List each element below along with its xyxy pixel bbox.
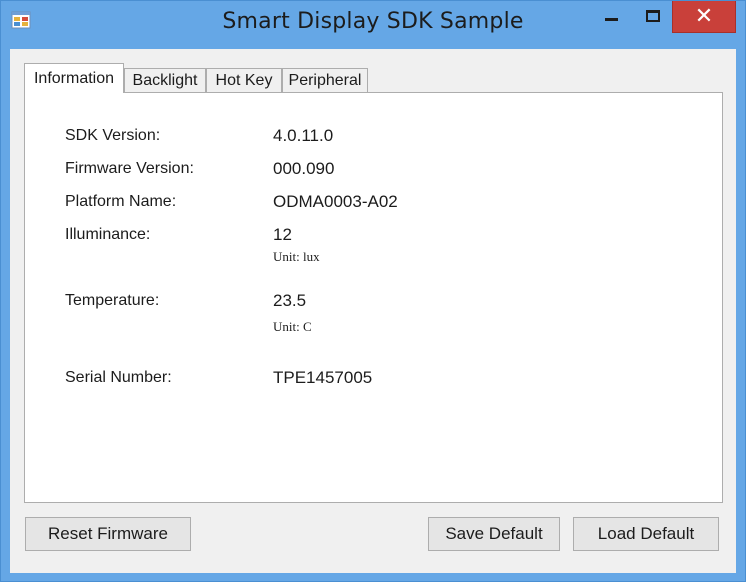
illuminance-value: 12 bbox=[273, 225, 292, 244]
save-default-button[interactable]: Save Default bbox=[428, 517, 560, 551]
platform-name-value: ODMA0003-A02 bbox=[273, 192, 398, 211]
firmware-version-value: 000.090 bbox=[273, 159, 335, 178]
tab-information[interactable]: Information bbox=[24, 63, 124, 93]
temperature-unit: Unit: C bbox=[273, 319, 312, 334]
illuminance-label: Illuminance: bbox=[65, 226, 151, 243]
window-title: Smart Display SDK Sample bbox=[222, 9, 524, 34]
serial-number-label: Serial Number: bbox=[65, 369, 172, 386]
sdk-version-label: SDK Version: bbox=[65, 127, 161, 144]
minimize-icon bbox=[604, 17, 618, 21]
tab-peripheral[interactable]: Peripheral bbox=[282, 68, 368, 92]
firmware-version-label: Firmware Version: bbox=[65, 160, 194, 177]
title-bar[interactable]: Smart Display SDK Sample ✕ bbox=[1, 1, 745, 49]
information-panel: SDK Version: 4.0.11.0 Firmware Version: … bbox=[24, 92, 723, 503]
maximize-button[interactable] bbox=[638, 1, 668, 31]
tab-backlight[interactable]: Backlight bbox=[124, 68, 206, 92]
illuminance-unit: Unit: lux bbox=[273, 249, 320, 264]
reset-firmware-button[interactable]: Reset Firmware bbox=[25, 517, 191, 551]
temperature-label: Temperature: bbox=[65, 292, 160, 309]
platform-name-label: Platform Name: bbox=[65, 193, 177, 210]
app-window: Smart Display SDK Sample ✕ Information B… bbox=[0, 0, 746, 582]
sdk-version-value: 4.0.11.0 bbox=[273, 126, 334, 145]
serial-number-value: TPE1457005 bbox=[273, 368, 373, 387]
client-area: Information Backlight Hot Key Peripheral… bbox=[10, 49, 736, 573]
temperature-value: 23.5 bbox=[273, 291, 307, 310]
close-button[interactable]: ✕ bbox=[672, 1, 736, 33]
minimize-button[interactable] bbox=[596, 1, 626, 31]
load-default-button[interactable]: Load Default bbox=[573, 517, 719, 551]
close-icon: ✕ bbox=[694, 4, 714, 29]
tab-hot-key[interactable]: Hot Key bbox=[206, 68, 282, 92]
maximize-icon bbox=[646, 10, 660, 22]
